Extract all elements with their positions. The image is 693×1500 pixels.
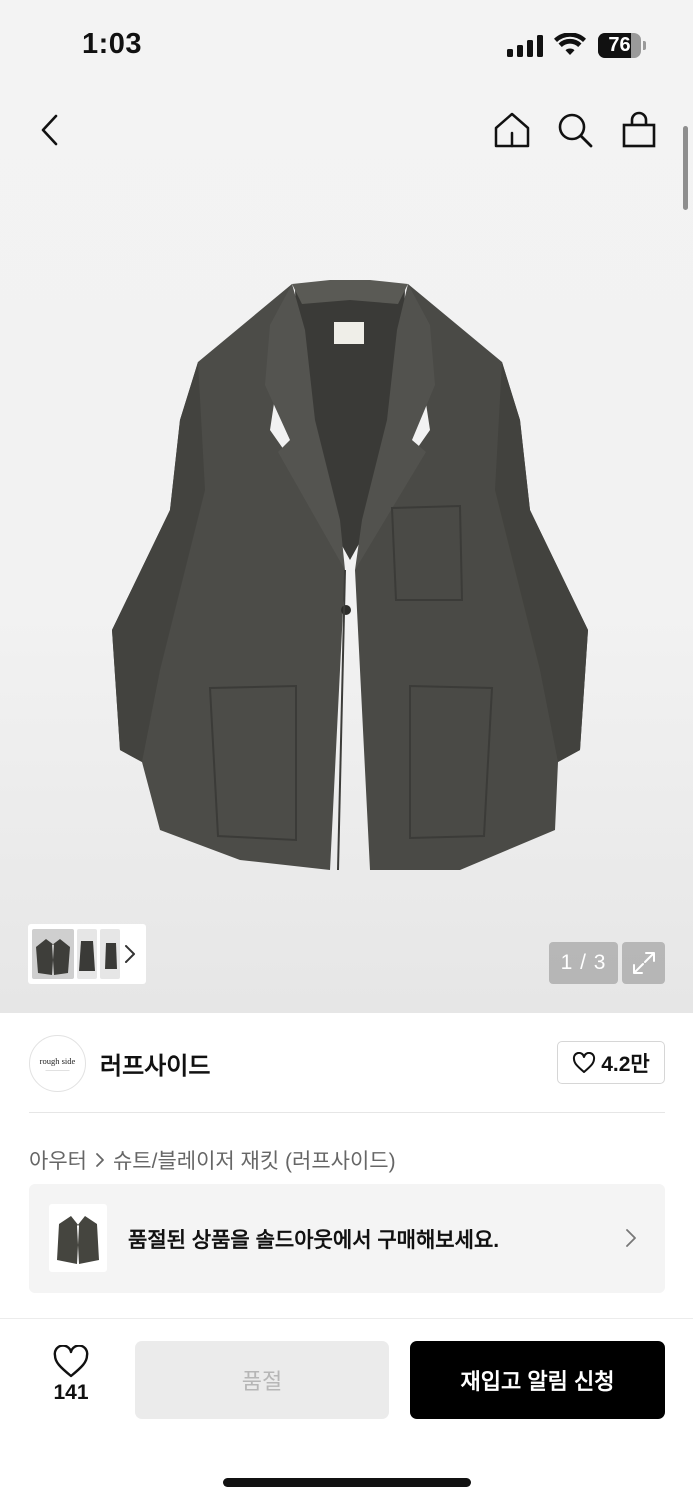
breadcrumb-item-category[interactable]: 슈트/블레이저 재킷 (러프사이드) <box>113 1145 396 1175</box>
banner-product-thumbnail <box>49 1204 107 1272</box>
thumbnail-1[interactable] <box>32 929 74 979</box>
wishlist-button[interactable]: 141 <box>40 1345 102 1415</box>
battery-level: 76 <box>608 34 631 56</box>
divider <box>29 1112 665 1113</box>
back-button[interactable] <box>30 108 70 152</box>
restock-notify-button[interactable]: 재입고 알림 신청 <box>410 1341 665 1419</box>
soldout-button: 품절 <box>135 1341 389 1419</box>
product-gallery[interactable]: 1:03 76 1 / 3 <box>0 0 693 1013</box>
chevron-right-icon <box>125 945 135 963</box>
heart-icon <box>573 1051 596 1073</box>
cellular-signal-icon <box>507 35 543 57</box>
status-time: 1:03 <box>82 28 143 60</box>
scrollbar[interactable] <box>683 126 688 210</box>
heart-icon <box>53 1345 89 1378</box>
breadcrumb: 아우터 슈트/블레이저 재킷 (러프사이드) <box>29 1145 396 1175</box>
chevron-right-icon <box>626 1229 636 1247</box>
thumbnail-2[interactable] <box>77 929 97 979</box>
chevron-left-icon <box>41 114 58 146</box>
search-icon <box>558 113 593 148</box>
brand-like-button[interactable]: 4.2만 <box>557 1041 665 1084</box>
wishlist-count: 141 <box>53 1381 89 1404</box>
banner-text: 품절된 상품을 솔드아웃에서 구매해보세요. <box>128 1229 500 1252</box>
brand-logo[interactable]: rough side —————— <box>29 1035 86 1092</box>
battery-icon: 76 <box>598 33 646 58</box>
thumbnail-strip[interactable] <box>28 924 146 984</box>
search-button[interactable] <box>553 108 597 152</box>
brand-name[interactable]: 러프사이드 <box>100 1046 210 1081</box>
home-icon <box>494 112 530 148</box>
expand-icon <box>632 952 655 974</box>
home-indicator <box>223 1478 471 1487</box>
brand-like-count: 4.2만 <box>601 1052 650 1076</box>
product-image-jacket[interactable] <box>100 270 600 890</box>
brand-logo-text: rough side <box>39 1055 76 1066</box>
chevron-right-icon <box>95 1152 105 1168</box>
bottom-action-bar: 141 품절 재입고 알림 신청 <box>0 1318 693 1500</box>
thumbnail-3[interactable] <box>100 929 120 979</box>
shopping-bag-icon <box>622 111 656 148</box>
home-button[interactable] <box>490 108 534 152</box>
image-counter: 1 / 3 <box>549 942 618 984</box>
expand-button[interactable] <box>622 942 665 984</box>
breadcrumb-item-outer[interactable]: 아우터 <box>29 1145 87 1175</box>
wifi-icon <box>554 33 586 55</box>
status-bar: 1:03 76 <box>0 0 693 92</box>
soldout-banner[interactable]: 품절된 상품을 솔드아웃에서 구매해보세요. <box>29 1184 665 1293</box>
cart-button[interactable] <box>617 108 661 152</box>
